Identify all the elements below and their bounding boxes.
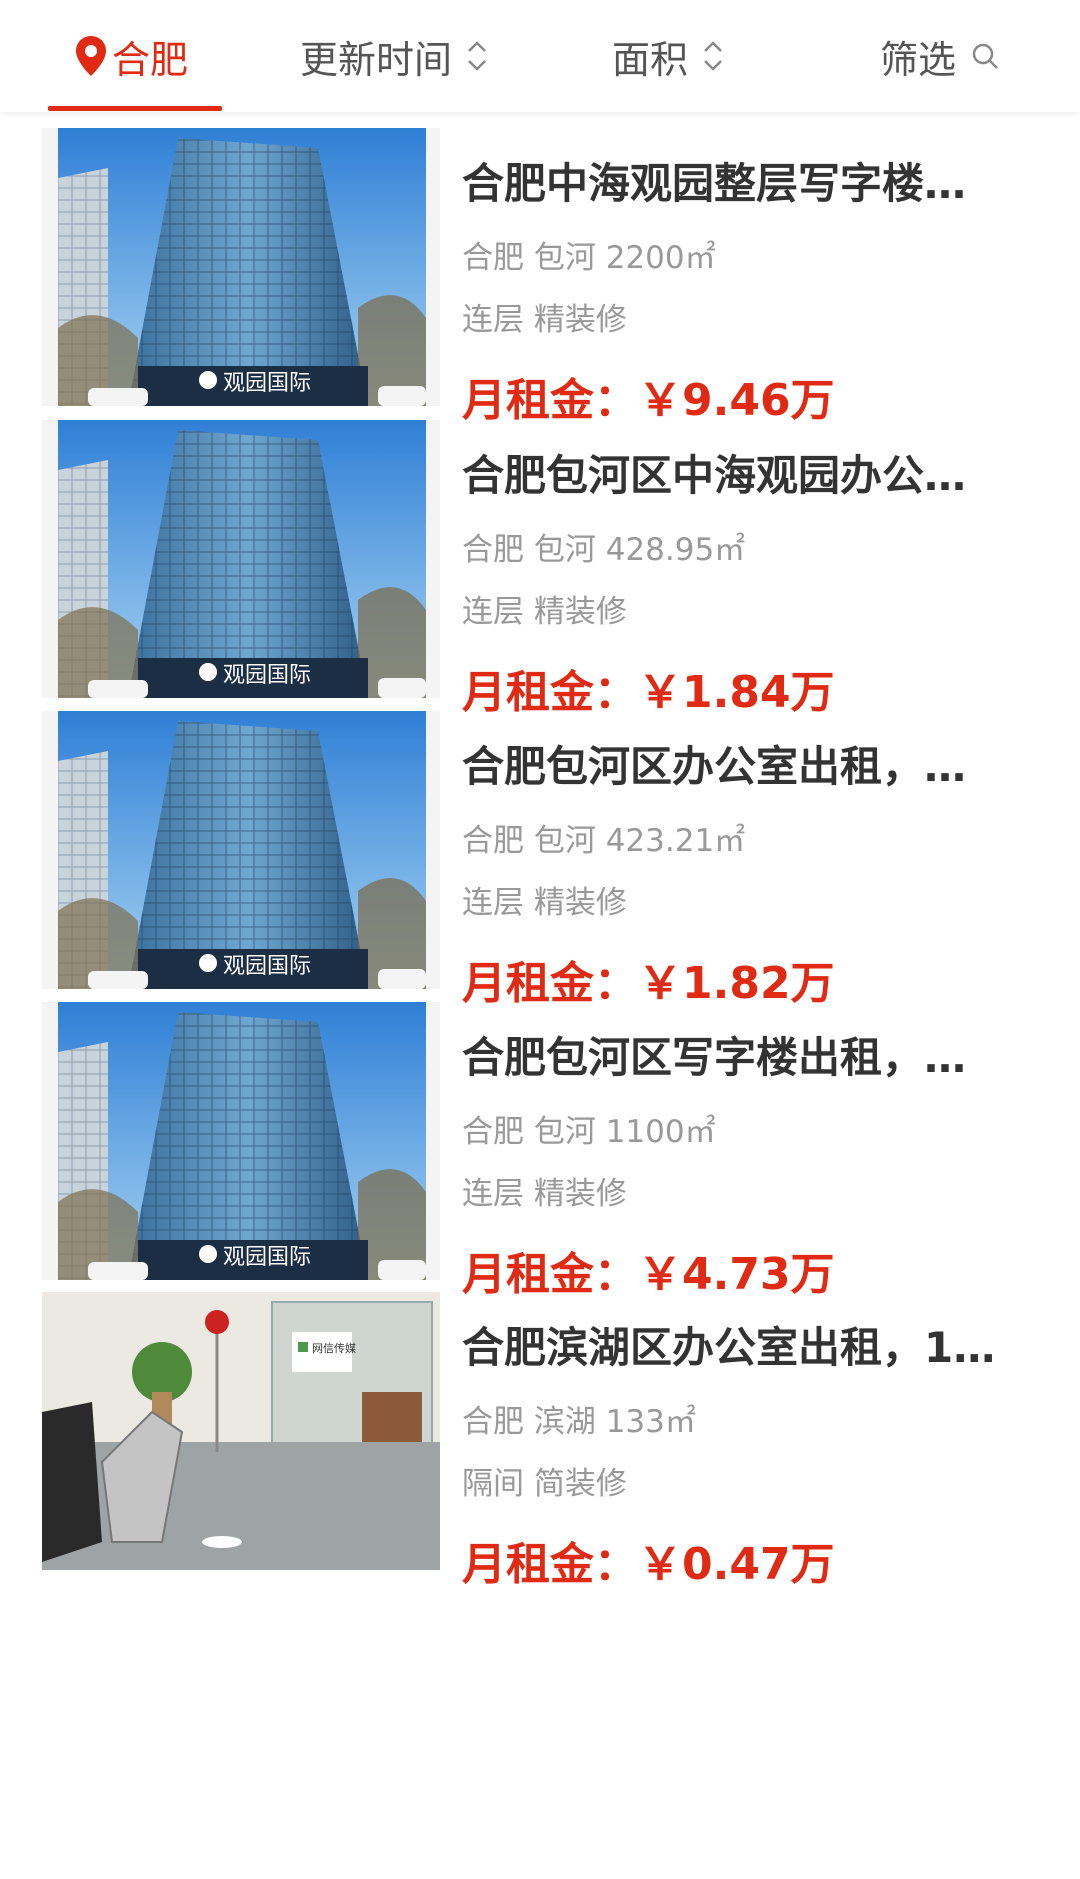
- active-tab-underline: [48, 106, 222, 111]
- listing-photo[interactable]: [42, 420, 440, 698]
- building-image: [58, 711, 426, 989]
- listing-location-area: 合肥 包河 428.95㎡: [462, 532, 746, 568]
- city-label: 合肥: [112, 37, 189, 82]
- listing-card[interactable]: 合肥滨湖区办公室出租，1… 合肥 滨湖 133㎡ 隔间 简装修 月租金：￥0.4…: [0, 1292, 1080, 1592]
- sort-arrows-icon: [704, 41, 722, 71]
- listing-title[interactable]: 合肥包河区办公室出租，…: [462, 733, 1022, 794]
- listing-title[interactable]: 合肥包河区写字楼出租，…: [462, 1024, 1022, 1085]
- listing-card[interactable]: 合肥包河区写字楼出租，… 合肥 包河 1100㎡ 连层 精装修 月租金：￥4.7…: [0, 1002, 1080, 1302]
- listing-tags: 连层 精装修: [462, 302, 627, 338]
- sort-update-time[interactable]: 更新时间: [300, 24, 490, 88]
- listing-photo[interactable]: [42, 1002, 440, 1280]
- price-value: ￥0.47万: [638, 1539, 835, 1590]
- price-value: ￥9.46万: [638, 375, 835, 426]
- listing-card[interactable]: 合肥包河区办公室出租，… 合肥 包河 423.21㎡ 连层 精装修 月租金：￥1…: [0, 711, 1080, 1011]
- building-image: [58, 1002, 426, 1280]
- listing-photo[interactable]: [42, 1292, 440, 1570]
- price-label: 月租金：: [462, 375, 638, 426]
- price-label: 月租金：: [462, 1539, 638, 1590]
- listing-location-area: 合肥 包河 1100㎡: [462, 1114, 716, 1150]
- listing-photo[interactable]: [42, 128, 440, 406]
- building-image: [58, 420, 426, 698]
- listing-card[interactable]: 合肥包河区中海观园办公… 合肥 包河 428.95㎡ 连层 精装修 月租金：￥1…: [0, 420, 1080, 720]
- city-filter[interactable]: 合肥: [74, 24, 188, 88]
- sort-arrows-icon: [468, 41, 486, 71]
- sort-area[interactable]: 面积: [612, 24, 726, 88]
- listing-photo[interactable]: [42, 711, 440, 989]
- listing-title[interactable]: 合肥滨湖区办公室出租，1…: [462, 1314, 1022, 1375]
- listing-tags: 连层 精装修: [462, 594, 627, 630]
- filter-button[interactable]: 筛选: [880, 24, 1000, 88]
- listing-location-area: 合肥 包河 2200㎡: [462, 240, 716, 276]
- building-image: [58, 128, 426, 406]
- listing-location-area: 合肥 滨湖 133㎡: [462, 1404, 696, 1440]
- listing-price: 月租金：￥9.46万: [462, 364, 835, 428]
- listing-card[interactable]: 合肥中海观园整层写字楼… 合肥 包河 2200㎡ 连层 精装修 月租金：￥9.4…: [0, 128, 1080, 428]
- sort-update-time-label: 更新时间: [300, 37, 453, 82]
- listing-tags: 连层 精装修: [462, 885, 627, 921]
- office-interior-image: [42, 1292, 440, 1570]
- filter-bar: 合肥 更新时间 面积 筛选: [0, 0, 1080, 112]
- listing-title[interactable]: 合肥中海观园整层写字楼…: [462, 150, 1022, 211]
- search-icon: [972, 43, 998, 69]
- listing-tags: 连层 精装修: [462, 1176, 627, 1212]
- location-pin-icon: [76, 36, 106, 76]
- listing-title[interactable]: 合肥包河区中海观园办公…: [462, 442, 1022, 503]
- sort-area-label: 面积: [612, 37, 689, 82]
- listing-location-area: 合肥 包河 423.21㎡: [462, 823, 746, 859]
- listing-tags: 隔间 简装修: [462, 1466, 627, 1502]
- filter-label: 筛选: [880, 37, 957, 82]
- listing-price: 月租金：￥0.47万: [462, 1528, 835, 1592]
